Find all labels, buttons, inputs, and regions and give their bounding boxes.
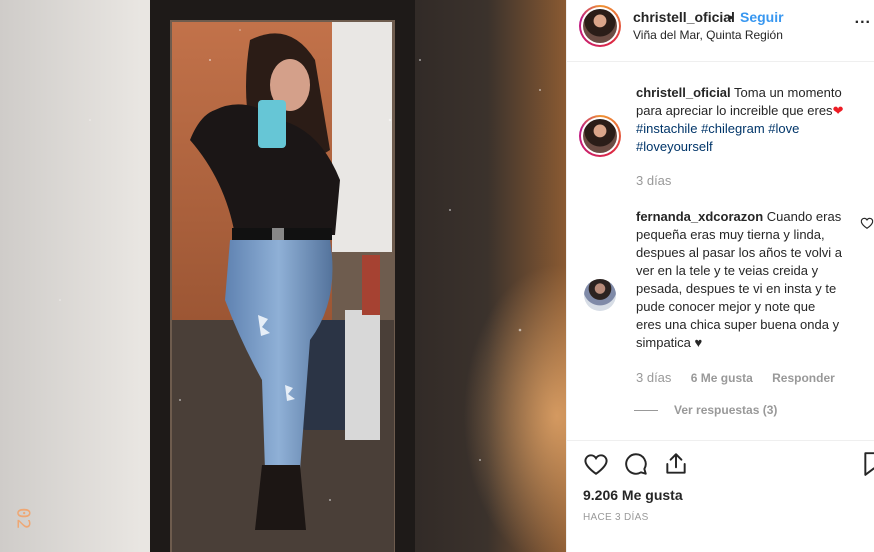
view-replies-label: Ver respuestas (3) [674, 403, 778, 417]
photo-timestamp-overlay: 02 [12, 507, 34, 530]
like-count[interactable]: 9.206 Me gusta [583, 487, 683, 503]
post-sidebar: christell_oficial • Seguir Viña del Mar,… [566, 0, 874, 552]
more-options-icon[interactable]: ... [855, 10, 871, 28]
comments-section[interactable]: christell_oficial Toma un momento para a… [567, 63, 874, 439]
caption-avatar[interactable] [579, 115, 621, 157]
hashtag-link[interactable]: #loveyourself [636, 139, 713, 154]
comment-time[interactable]: 3 días [636, 370, 671, 385]
caption-time[interactable]: 3 días [636, 173, 671, 188]
caption-text: christell_oficial Toma un momento para a… [636, 84, 856, 156]
view-replies-button[interactable]: Ver respuestas (3) [634, 403, 777, 417]
commenter-username[interactable]: fernanda_xdcorazon [636, 209, 763, 224]
like-heart-icon[interactable] [583, 451, 609, 477]
comment-body: Cuando eras pequeña eras muy tierna y li… [636, 209, 842, 350]
location-link[interactable]: Viña del Mar, Quinta Región [633, 28, 783, 42]
post-header: christell_oficial • Seguir Viña del Mar,… [567, 0, 874, 62]
comment-like-heart-icon[interactable] [860, 216, 874, 230]
photo-illustration [0, 0, 566, 552]
comment-meta: 3 días 6 Me gusta Responder [636, 370, 851, 385]
heart-emoji-icon: ❤ [832, 103, 844, 118]
hashtag-link[interactable]: #chilegram [701, 121, 765, 136]
author-avatar[interactable] [579, 5, 621, 47]
save-bookmark-icon[interactable] [863, 451, 874, 477]
black-heart-emoji-icon: ♥ [694, 335, 703, 350]
replies-divider [634, 410, 658, 412]
hashtag-link[interactable]: #love [768, 121, 799, 136]
hashtag-link[interactable]: #instachile [636, 121, 697, 136]
reply-button[interactable]: Responder [772, 371, 835, 385]
share-upload-icon[interactable] [663, 451, 689, 477]
comment-bubble-icon[interactable] [623, 451, 649, 477]
comment-text: fernanda_xdcorazon Cuando eras pequeña e… [636, 208, 844, 352]
author-username[interactable]: christell_oficial [633, 9, 735, 25]
post-photo[interactable]: 02 [0, 0, 566, 552]
post-date[interactable]: HACE 3 DÍAS [583, 512, 649, 523]
post-actions: 9.206 Me gusta HACE 3 DÍAS [567, 440, 874, 552]
commenter-avatar[interactable] [584, 279, 616, 311]
separator-dot: • [728, 9, 733, 25]
follow-button[interactable]: Seguir [740, 9, 784, 25]
caption-username[interactable]: christell_oficial [636, 85, 731, 100]
comment-likes[interactable]: 6 Me gusta [691, 371, 753, 385]
